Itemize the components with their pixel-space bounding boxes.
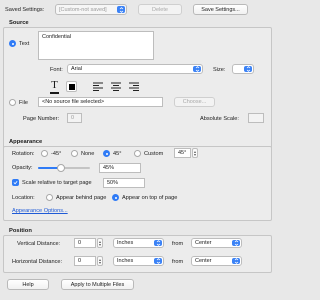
- saved-settings-select[interactable]: [Custom-not saved]: [55, 4, 127, 15]
- opacity-value: 45%: [103, 165, 115, 171]
- align-right-icon: [128, 82, 139, 91]
- location-top-label: Appear on top of page: [122, 195, 178, 201]
- opacity-input[interactable]: 45%: [99, 163, 141, 173]
- vertical-distance-value: 0: [78, 240, 82, 246]
- file-radio[interactable]: [9, 99, 16, 106]
- align-left-button[interactable]: [92, 81, 103, 92]
- location-label: Location:: [12, 195, 35, 201]
- text-style-underline: [50, 92, 59, 94]
- apply-multiple-files-button[interactable]: Apply to Multiple Files: [61, 279, 134, 290]
- page-number-label: Page Number:: [23, 116, 60, 122]
- text-color-button[interactable]: [66, 81, 77, 92]
- font-value: Arial: [71, 66, 83, 72]
- vertical-from-select[interactable]: Center: [191, 238, 242, 248]
- rotation-custom-radio[interactable]: [134, 150, 141, 157]
- vertical-from-label: from: [172, 241, 184, 247]
- size-select[interactable]: [232, 64, 254, 74]
- scale-relative-checkbox[interactable]: [12, 179, 19, 186]
- vertical-distance-input[interactable]: 0: [74, 238, 96, 248]
- align-right-button[interactable]: [128, 81, 139, 92]
- font-label: Font:: [50, 67, 63, 73]
- source-file-value: <No source file selected>: [42, 99, 105, 105]
- text-radio[interactable]: [9, 40, 16, 47]
- rotation-neg45-label: -45°: [51, 151, 62, 157]
- page-number-input[interactable]: 0: [67, 113, 82, 123]
- horizontal-from-value: Center: [195, 258, 212, 264]
- vertical-unit-select[interactable]: Inches: [113, 238, 164, 248]
- horizontal-distance-value: 0: [78, 258, 82, 264]
- saved-settings-value: [Custom-not saved]: [59, 6, 107, 13]
- horizontal-from-label: from: [172, 259, 184, 265]
- align-center-icon: [110, 82, 121, 91]
- horizontal-from-select[interactable]: Center: [191, 256, 242, 266]
- watermark-text-value: Confidential: [42, 34, 72, 40]
- horizontal-distance-stepper[interactable]: [97, 256, 103, 266]
- watermark-text-input[interactable]: Confidential: [38, 31, 154, 60]
- size-label: Size:: [213, 67, 226, 73]
- align-center-button[interactable]: [110, 81, 121, 92]
- opacity-label: Opacity:: [12, 165, 33, 171]
- font-select[interactable]: Arial: [67, 64, 203, 74]
- text-style-button[interactable]: T: [49, 80, 60, 91]
- text-option-label: Text: [19, 41, 30, 47]
- chevron-down-icon: [154, 258, 162, 264]
- rotation-neg45-radio[interactable]: [41, 150, 48, 157]
- scale-input[interactable]: 50%: [103, 178, 145, 188]
- help-button[interactable]: Help: [7, 279, 49, 290]
- file-option-label: File: [19, 100, 29, 106]
- delete-button[interactable]: Delete: [138, 4, 182, 15]
- checkmark-icon: [13, 180, 18, 185]
- chevron-down-icon: [117, 6, 125, 13]
- chevron-down-icon: [232, 240, 240, 246]
- location-behind-label: Appear behind page: [56, 195, 107, 201]
- chevron-down-icon: [232, 258, 240, 264]
- vertical-unit-value: Inches: [117, 240, 134, 246]
- chevron-down-icon: [154, 240, 162, 246]
- scale-value: 50%: [107, 180, 119, 186]
- source-section-title: Source: [9, 20, 29, 26]
- rotation-none-label: None: [81, 151, 95, 157]
- rotation-stepper[interactable]: [192, 148, 198, 158]
- horizontal-distance-label: Horizontal Distance:: [12, 259, 63, 265]
- color-swatch-icon: [68, 83, 75, 90]
- rotation-none-radio[interactable]: [71, 150, 78, 157]
- rotation-custom-value: 45°: [178, 150, 187, 156]
- horizontal-unit-select[interactable]: Inches: [113, 256, 164, 266]
- rotation-custom-input[interactable]: 45°: [174, 148, 191, 158]
- appearance-options-link[interactable]: Appearance Options...: [12, 208, 68, 214]
- appearance-section-title: Appearance: [9, 139, 43, 145]
- location-behind-radio[interactable]: [46, 194, 53, 201]
- absolute-scale-input[interactable]: [248, 113, 264, 123]
- text-style-icon: T: [51, 79, 58, 91]
- vertical-distance-stepper[interactable]: [97, 238, 103, 248]
- page-number-value: 0: [71, 115, 75, 121]
- vertical-from-value: Center: [195, 240, 212, 246]
- chevron-down-icon: [193, 66, 201, 72]
- rotation-custom-label: Custom: [144, 151, 164, 157]
- choose-file-button[interactable]: Choose...: [174, 97, 215, 107]
- location-top-radio[interactable]: [112, 194, 119, 201]
- source-file-field: <No source file selected>: [38, 97, 163, 107]
- horizontal-unit-value: Inches: [117, 258, 134, 264]
- scale-relative-label: Scale relative to target page: [22, 180, 92, 186]
- saved-settings-label: Saved Settings:: [5, 7, 45, 13]
- save-settings-button[interactable]: Save Settings...: [193, 4, 248, 15]
- absolute-scale-label: Absolute Scale:: [200, 116, 239, 122]
- horizontal-distance-input[interactable]: 0: [74, 256, 96, 266]
- position-section-title: Position: [9, 228, 32, 234]
- chevron-down-icon: [244, 66, 252, 72]
- rotation-45-radio[interactable]: [103, 150, 110, 157]
- align-left-icon: [92, 82, 103, 91]
- opacity-slider-track[interactable]: [38, 164, 90, 172]
- rotation-45-label: 45°: [113, 151, 122, 157]
- vertical-distance-label: Vertical Distance:: [17, 241, 61, 247]
- rotation-label: Rotation:: [12, 151, 35, 157]
